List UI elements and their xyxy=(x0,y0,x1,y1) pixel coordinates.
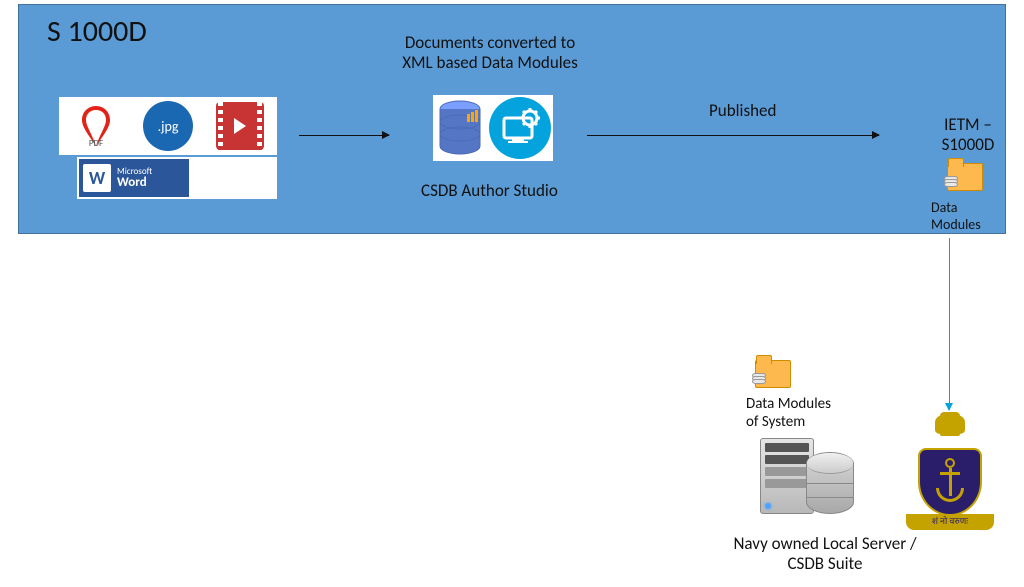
dm-system-l2: of System xyxy=(746,413,831,431)
indian-navy-emblem-icon: शं नो वरुणः xyxy=(900,412,1000,540)
file-row-1: PDF .jpg xyxy=(59,97,277,155)
arrow-to-navy-server xyxy=(949,238,950,410)
data-modules-of-system-label: Data Modules of System xyxy=(746,395,831,431)
arrow-to-csdb xyxy=(299,135,389,136)
navy-l2: CSDB Suite xyxy=(710,554,940,574)
word-big: Word xyxy=(117,176,152,189)
svg-text:PDF: PDF xyxy=(89,138,103,149)
documents-converted-label: Documents converted to XML based Data Mo… xyxy=(375,33,605,74)
jpg-text: .jpg xyxy=(158,118,179,135)
server-database-icon xyxy=(806,452,854,514)
navy-server-label: Navy owned Local Server / CSDB Suite xyxy=(710,534,940,575)
docs-line2: XML based Data Modules xyxy=(375,53,605,73)
word-icon: W Microsoft Word xyxy=(79,159,189,197)
file-row-2: W Microsoft Word xyxy=(77,157,277,199)
navy-motto: शं नो वरुणः xyxy=(906,514,994,530)
ietm-label: IETM – S1000D xyxy=(933,115,1003,156)
ietm-line2: S1000D xyxy=(933,135,1003,155)
s1000d-panel: S 1000D PDF .jpg W Microsoft xyxy=(18,4,1006,234)
docs-line1: Documents converted to xyxy=(375,33,605,53)
csdb-author-studio-icons xyxy=(433,95,553,161)
csdb-author-studio-label: CSDB Author Studio xyxy=(421,180,558,201)
system-data-modules-folder-icon xyxy=(755,360,791,388)
input-file-types: PDF .jpg W Microsoft Word xyxy=(59,97,277,199)
data-modules-label: Data Modules xyxy=(931,199,1005,233)
pdf-icon: PDF xyxy=(61,99,131,153)
arrow-to-ietm xyxy=(587,135,879,136)
jpg-circle: .jpg xyxy=(143,101,193,151)
published-label: Published xyxy=(709,100,776,121)
jpg-icon: .jpg xyxy=(133,99,203,153)
panel-title: S 1000D xyxy=(47,13,147,50)
ietm-line1: IETM – xyxy=(933,115,1003,135)
server-icon xyxy=(760,438,854,514)
video-icon xyxy=(205,99,275,153)
database-icon xyxy=(435,98,485,158)
dm-system-l1: Data Modules xyxy=(746,395,831,413)
data-modules-folder-icon xyxy=(947,163,983,191)
authoring-tool-icon xyxy=(489,97,551,159)
